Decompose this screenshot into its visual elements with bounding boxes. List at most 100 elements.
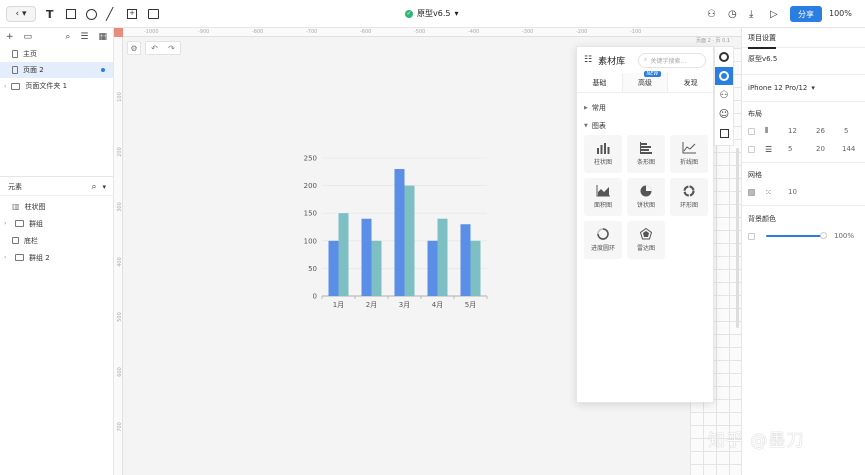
emoji-icon[interactable]: ☺ — [715, 105, 733, 123]
component-donut-chart[interactable]: 环形图 — [670, 178, 708, 216]
target-icon[interactable] — [715, 48, 733, 66]
layout-icon[interactable] — [715, 124, 733, 142]
list-view-icon[interactable]: ☰ — [80, 32, 88, 42]
ruler-tick-label: -1000 — [144, 29, 159, 35]
columns-icon: ⦀ — [765, 126, 769, 135]
page-folder-item[interactable]: › 页面文件夹 1 — [0, 78, 113, 94]
device-select[interactable]: iPhone 12 Pro/12 ▾ — [742, 79, 865, 97]
bar — [394, 169, 405, 296]
ruler-tick-label: -400 — [468, 29, 480, 35]
pages-toolbar: + ▭ ⌕ ☰ ▦ — [0, 28, 113, 46]
frame-label: 页面 2 · 页 0.1 — [696, 38, 731, 44]
tab-discover[interactable]: 发现 — [668, 73, 713, 92]
line-tool-icon[interactable]: ╱ — [106, 7, 113, 21]
y-tick-label: 200 — [304, 182, 317, 190]
line-chart-icon — [682, 142, 696, 154]
columns-width[interactable]: 26 — [816, 127, 825, 135]
component-bar-chart[interactable]: 柱状图 — [584, 135, 622, 173]
redo-icon[interactable]: ↷ — [168, 44, 175, 53]
add-user-icon[interactable]: ⚇ — [707, 7, 716, 21]
ruler-tick-label: -200 — [576, 29, 588, 35]
caret-right-icon: ▶ — [584, 105, 588, 111]
layout-rows-checkbox[interactable] — [748, 145, 755, 153]
components-icon[interactable] — [715, 67, 733, 85]
rows-count[interactable]: 5 — [788, 145, 792, 153]
ellipse-tool-icon[interactable] — [86, 7, 97, 21]
component-pie-chart[interactable]: 饼状图 — [627, 178, 665, 216]
grid-size[interactable]: 10 — [788, 188, 797, 196]
rows-gutter[interactable]: 144 — [842, 145, 855, 153]
component-line-chart[interactable]: 折线图 — [670, 135, 708, 173]
component-area-chart[interactable]: 面积图 — [584, 178, 622, 216]
element-item-group[interactable]: › 群组 — [0, 215, 114, 232]
ruler-tick-label: -500 — [414, 29, 426, 35]
element-item-bottom-bar[interactable]: 底栏 — [0, 232, 114, 249]
settings-icon[interactable]: ⚙ — [127, 41, 141, 55]
component-hbar-chart[interactable]: 条形图 — [627, 135, 665, 173]
background-color-row: 100% — [742, 228, 865, 244]
caret-right-icon[interactable]: › — [4, 254, 10, 261]
right-panel: 项目设置 原型v6.5 iPhone 12 Pro/12 ▾ 布局 ⦀ 12 2… — [741, 28, 865, 475]
grid-view-icon[interactable]: ▦ — [98, 32, 107, 42]
component-progress-ring[interactable]: 进度圆环 — [584, 221, 622, 259]
x-tick-label: 5月 — [465, 301, 476, 309]
download-icon[interactable]: ⤓ — [749, 7, 753, 21]
tab-advanced[interactable]: 高级 NEW — [621, 71, 669, 92]
y-tick-label: 100 — [304, 237, 317, 245]
undo-icon[interactable]: ↶ — [151, 44, 158, 53]
rows-height[interactable]: 20 — [816, 145, 825, 153]
library-search-input[interactable]: ⌕ 关键字搜索... — [638, 52, 706, 68]
rows-icon: ☰ — [765, 144, 773, 154]
layout-label: 布局 — [748, 110, 762, 118]
layout-columns-checkbox[interactable] — [748, 127, 755, 135]
page-item-page-2[interactable]: 页面 2 — [0, 62, 113, 78]
pie-chart-icon — [640, 185, 652, 197]
play-icon[interactable]: ▷ — [770, 7, 778, 21]
caret-right-icon[interactable]: › — [4, 83, 6, 90]
ruler-tick-label: -100 — [630, 29, 642, 35]
chevron-down-icon: ▾ — [811, 84, 815, 92]
bar — [437, 218, 448, 296]
area-chart-icon — [596, 185, 610, 197]
panel-switcher: ⚇ ☺ — [714, 46, 734, 146]
share-button[interactable]: 分享 — [790, 6, 822, 22]
ruler-tick-label: -600 — [360, 29, 372, 35]
vertical-scrollbar[interactable] — [736, 148, 739, 328]
bar-chart[interactable]: 0 50 100 150 200 250 1月 2月 3月 4月 5月 — [294, 153, 494, 323]
text-tool-icon[interactable]: T — [46, 7, 54, 21]
left-panel: + ▭ ⌕ ☰ ▦ 主页 页面 2 › 页面文件夹 1 元素 ⌕ ▾ ▥ 柱状图… — [0, 28, 114, 475]
columns-count[interactable]: 12 — [788, 127, 797, 135]
opacity-slider-handle[interactable] — [820, 232, 827, 239]
project-title[interactable]: ✓ 原型v6.5 ▾ — [405, 8, 458, 19]
search-icon[interactable]: ⌕ — [91, 182, 96, 192]
history-icon[interactable]: ◷ — [728, 7, 737, 21]
section-common[interactable]: ▶ 常用 — [577, 99, 713, 117]
user-icon[interactable]: ⚇ — [715, 86, 733, 104]
page-icon — [12, 66, 18, 74]
x-tick-label: 1月 — [333, 301, 344, 309]
image-tool-icon[interactable] — [148, 7, 159, 21]
element-item-bar-chart[interactable]: ▥ 柱状图 — [0, 198, 114, 215]
frame-tool-icon[interactable]: + — [127, 7, 137, 21]
ruler-tick-label: -700 — [306, 29, 318, 35]
caret-right-icon[interactable]: › — [4, 220, 10, 227]
tab-project-settings[interactable]: 项目设置 — [742, 28, 865, 49]
grid-checkbox[interactable] — [748, 188, 755, 196]
ruler-left: 100 200 300 400 500 600 700 — [114, 28, 123, 475]
component-radar-chart[interactable]: 雷达图 — [627, 221, 665, 259]
section-charts[interactable]: ▼ 图表 — [577, 117, 713, 135]
tab-basic[interactable]: 基础 — [577, 73, 622, 92]
element-item-group-2[interactable]: › 群组 2 — [0, 249, 114, 266]
columns-gutter[interactable]: 5 — [844, 127, 848, 135]
opacity-value[interactable]: 100% — [834, 232, 854, 240]
rectangle-tool-icon[interactable] — [66, 7, 76, 21]
back-menu-button[interactable]: ‹ ▾ — [6, 6, 36, 22]
watermark: 知乎 @墨刀 — [708, 431, 805, 451]
zoom-level[interactable]: 100% — [829, 9, 852, 18]
add-folder-icon[interactable]: ▭ — [24, 32, 33, 42]
page-item-home[interactable]: 主页 — [0, 46, 113, 62]
search-icon[interactable]: ⌕ — [65, 32, 70, 42]
add-page-icon[interactable]: + — [6, 32, 14, 42]
chevron-down-icon[interactable]: ▾ — [102, 183, 106, 191]
material-library-panel: ☷ 素材库 ⌕ 关键字搜索... 基础 高级 NEW 发现 ▶ 常用 ▼ 图表 … — [576, 46, 714, 403]
